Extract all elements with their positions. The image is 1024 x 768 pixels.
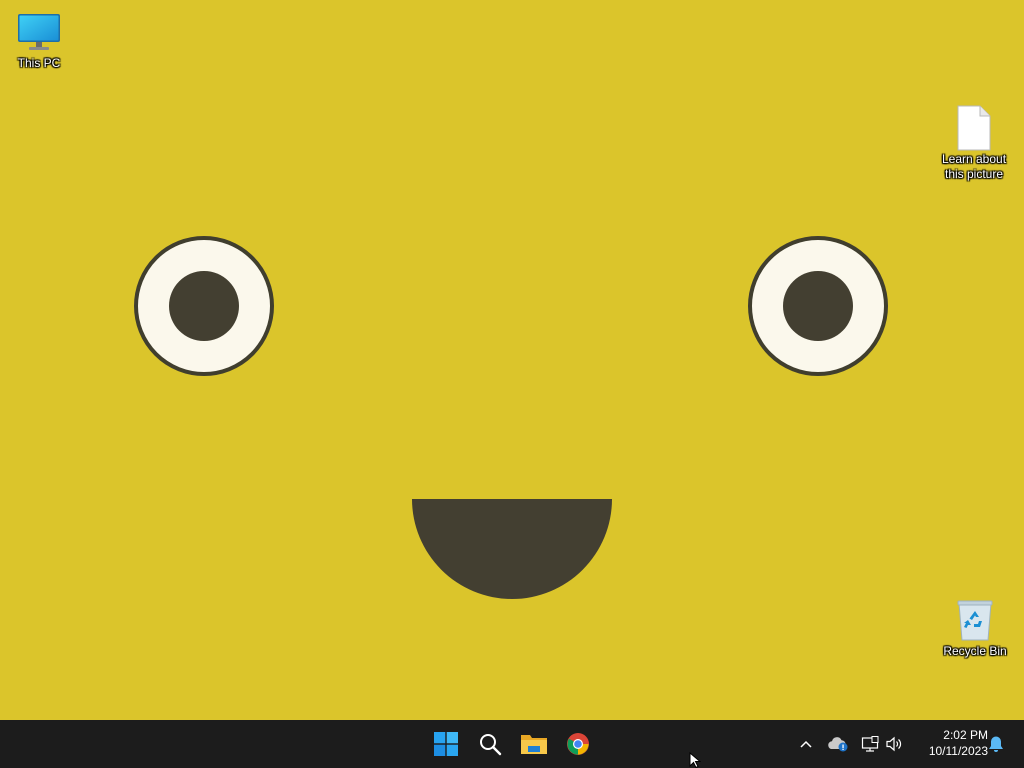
onedrive-icon bbox=[828, 737, 848, 752]
desktop[interactable]: This PC Learn about this picture Recycle… bbox=[0, 0, 1024, 720]
wallpaper-left-eye bbox=[134, 236, 274, 376]
taskbar: 2:02 PM 10/11/2023 bbox=[0, 720, 1024, 768]
desktop-icon-recycle-bin[interactable]: Recycle Bin bbox=[937, 598, 1013, 659]
document-icon bbox=[950, 105, 998, 151]
desktop-icon-label: Recycle Bin bbox=[943, 644, 1007, 658]
network-icon bbox=[861, 736, 879, 752]
wallpaper-left-pupil bbox=[169, 271, 239, 341]
onedrive-button[interactable] bbox=[826, 732, 850, 756]
start-button[interactable] bbox=[426, 724, 466, 764]
clock-button[interactable]: 2:02 PM 10/11/2023 bbox=[912, 727, 988, 759]
volume-button[interactable] bbox=[882, 732, 906, 756]
desktop-icon-learn-about-picture[interactable]: Learn about this picture bbox=[936, 105, 1012, 182]
wallpaper-right-eye bbox=[748, 236, 888, 376]
desktop-icon-label: Learn about this picture bbox=[941, 152, 1007, 181]
clock-date: 10/11/2023 bbox=[928, 744, 988, 758]
search-button[interactable] bbox=[470, 724, 510, 764]
chrome-button[interactable] bbox=[558, 724, 598, 764]
volume-icon bbox=[886, 736, 902, 752]
notifications-button[interactable] bbox=[984, 732, 1008, 756]
search-icon bbox=[480, 734, 502, 756]
clock-time: 2:02 PM bbox=[943, 728, 988, 742]
desktop-icon-label: This PC bbox=[17, 56, 61, 70]
folder-icon bbox=[521, 735, 547, 754]
chrome-icon bbox=[567, 733, 589, 755]
file-explorer-button[interactable] bbox=[514, 724, 554, 764]
wallpaper-mouth bbox=[412, 499, 612, 599]
notification-bell-icon bbox=[989, 736, 1003, 752]
network-button[interactable] bbox=[858, 732, 882, 756]
desktop-icon-this-pc[interactable]: This PC bbox=[1, 10, 77, 71]
windows-logo-icon bbox=[434, 732, 458, 756]
show-hidden-icons-button[interactable] bbox=[794, 732, 818, 756]
recycle-bin-icon bbox=[951, 598, 999, 642]
monitor-icon bbox=[15, 10, 63, 54]
wallpaper-right-pupil bbox=[783, 271, 853, 341]
chevron-up-icon bbox=[800, 740, 812, 748]
